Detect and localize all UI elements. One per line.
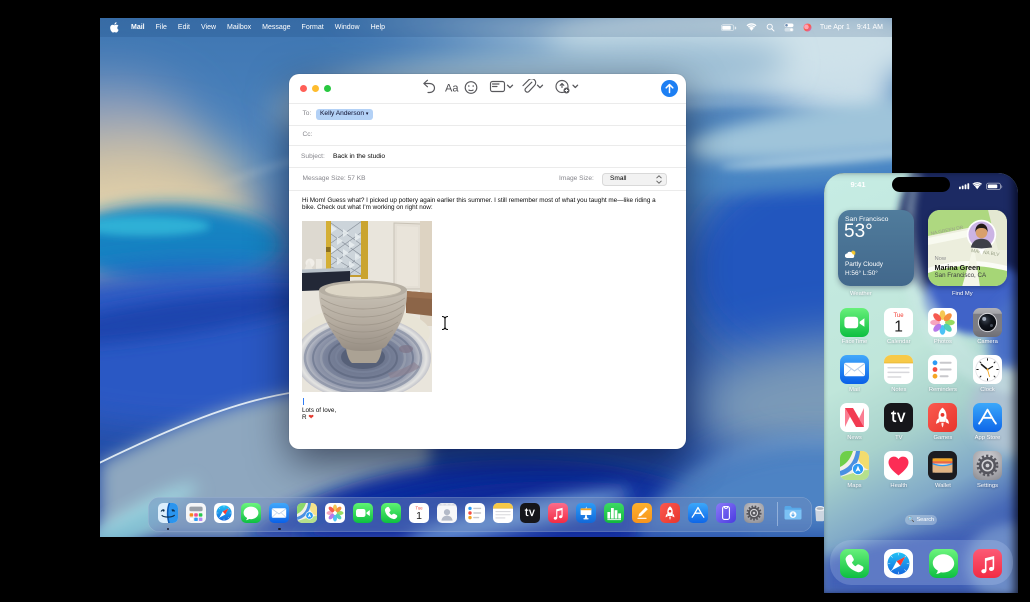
svg-text:1: 1 (416, 510, 422, 522)
svg-text:1: 1 (894, 318, 903, 335)
svg-text:Aa: Aa (445, 83, 459, 95)
